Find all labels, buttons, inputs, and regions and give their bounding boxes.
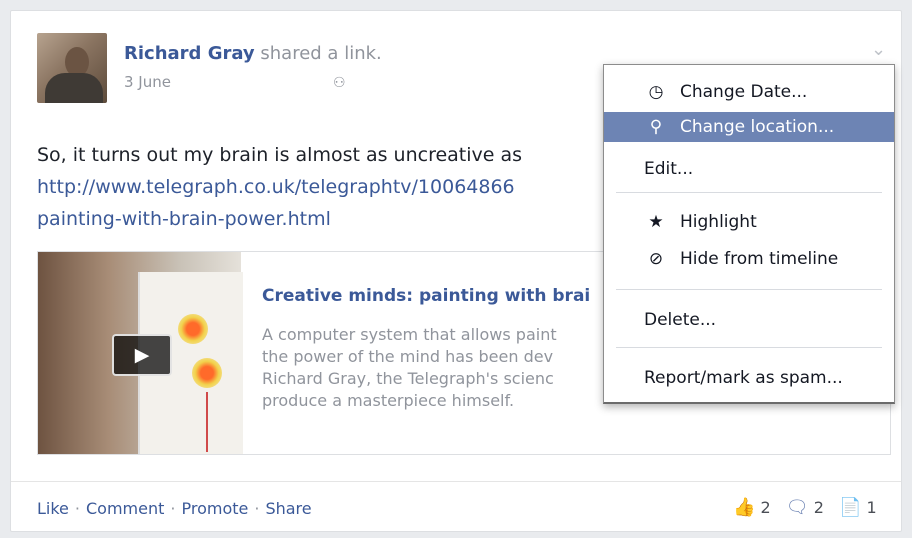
hide-icon: ⊘ — [648, 249, 664, 269]
menu-item-highlight[interactable]: ★ Highlight — [604, 207, 894, 237]
story-counts: 👍 2 🗨 2 📄 1 — [733, 497, 877, 518]
share-icon[interactable]: 📄 — [839, 497, 861, 518]
attachment-title[interactable]: Creative minds: painting with brai — [262, 286, 590, 306]
comment-count[interactable]: 2 — [814, 498, 824, 517]
menu-item-label: Highlight — [680, 212, 757, 232]
story-action: shared a link. — [254, 43, 382, 64]
menu-divider — [616, 289, 882, 290]
thumbs-up-icon[interactable]: 👍 — [733, 497, 755, 518]
attachment-description-line: the power of the mind has been dev — [262, 347, 554, 366]
action-separator: · — [254, 499, 260, 518]
post-link-line1[interactable]: http://www.telegraph.co.uk/telegraphtv/1… — [37, 171, 657, 203]
author-avatar[interactable] — [37, 33, 107, 103]
menu-item-change-location[interactable]: ⚲ Change location... — [604, 112, 894, 142]
like-count[interactable]: 2 — [761, 498, 771, 517]
menu-item-delete[interactable]: Delete... — [604, 305, 894, 335]
menu-item-label: Report/mark as spam... — [644, 368, 843, 388]
thumbnail-dot — [178, 314, 208, 344]
promote-link[interactable]: Promote — [181, 499, 248, 518]
share-count[interactable]: 1 — [867, 498, 877, 517]
avatar-body — [45, 73, 103, 103]
story-options-menu: ◷ Change Date... ⚲ Change location... Ed… — [603, 64, 895, 404]
post-date[interactable]: 3 June — [124, 73, 171, 91]
clock-icon: ◷ — [648, 82, 664, 102]
friends-icon[interactable]: ⚇ — [333, 75, 346, 91]
menu-item-label: Change Date... — [680, 82, 808, 102]
action-separator: · — [170, 499, 176, 518]
like-link[interactable]: Like — [37, 499, 69, 518]
comment-link[interactable]: Comment — [86, 499, 164, 518]
menu-item-label: Change location... — [680, 117, 835, 137]
comment-icon[interactable]: 🗨 — [786, 497, 809, 518]
thumbnail-line — [206, 392, 208, 452]
location-pin-icon: ⚲ — [649, 117, 663, 137]
author-name[interactable]: Richard Gray — [124, 43, 255, 64]
thumbnail-dot — [192, 358, 222, 388]
menu-item-change-date[interactable]: ◷ Change Date... — [604, 77, 894, 107]
menu-item-label: Edit... — [644, 159, 694, 179]
post-message: So, it turns out my brain is almost as u… — [37, 139, 657, 235]
menu-item-label: Hide from timeline — [680, 249, 839, 269]
attachment-description: A computer system that allows paint the … — [262, 324, 622, 412]
action-separator: · — [74, 499, 80, 518]
play-icon[interactable]: ▶ — [112, 334, 172, 376]
post-message-text: So, it turns out my brain is almost as u… — [37, 144, 523, 166]
star-icon: ★ — [648, 212, 664, 232]
attachment-description-line: A computer system that allows paint — [262, 325, 557, 344]
chevron-down-icon[interactable]: ⌄ — [871, 39, 886, 60]
menu-item-edit[interactable]: Edit... — [604, 154, 894, 184]
story-header: Richard Gray shared a link. — [124, 43, 382, 64]
menu-item-report-spam[interactable]: Report/mark as spam... — [604, 363, 894, 393]
menu-item-hide-from-timeline[interactable]: ⊘ Hide from timeline — [604, 244, 894, 274]
video-thumbnail[interactable]: ▶ — [38, 252, 243, 454]
menu-divider — [616, 347, 882, 348]
story-actions: Like · Comment · Promote · Share — [37, 499, 312, 518]
menu-divider — [616, 192, 882, 193]
attachment-description-line: Richard Gray, the Telegraph's scienc — [262, 369, 554, 388]
footer-divider — [11, 481, 901, 482]
menu-item-label: Delete... — [644, 310, 717, 330]
post-link-line2[interactable]: painting-with-brain-power.html — [37, 203, 657, 235]
share-link[interactable]: Share — [265, 499, 311, 518]
attachment-description-line: produce a masterpiece himself. — [262, 391, 515, 410]
